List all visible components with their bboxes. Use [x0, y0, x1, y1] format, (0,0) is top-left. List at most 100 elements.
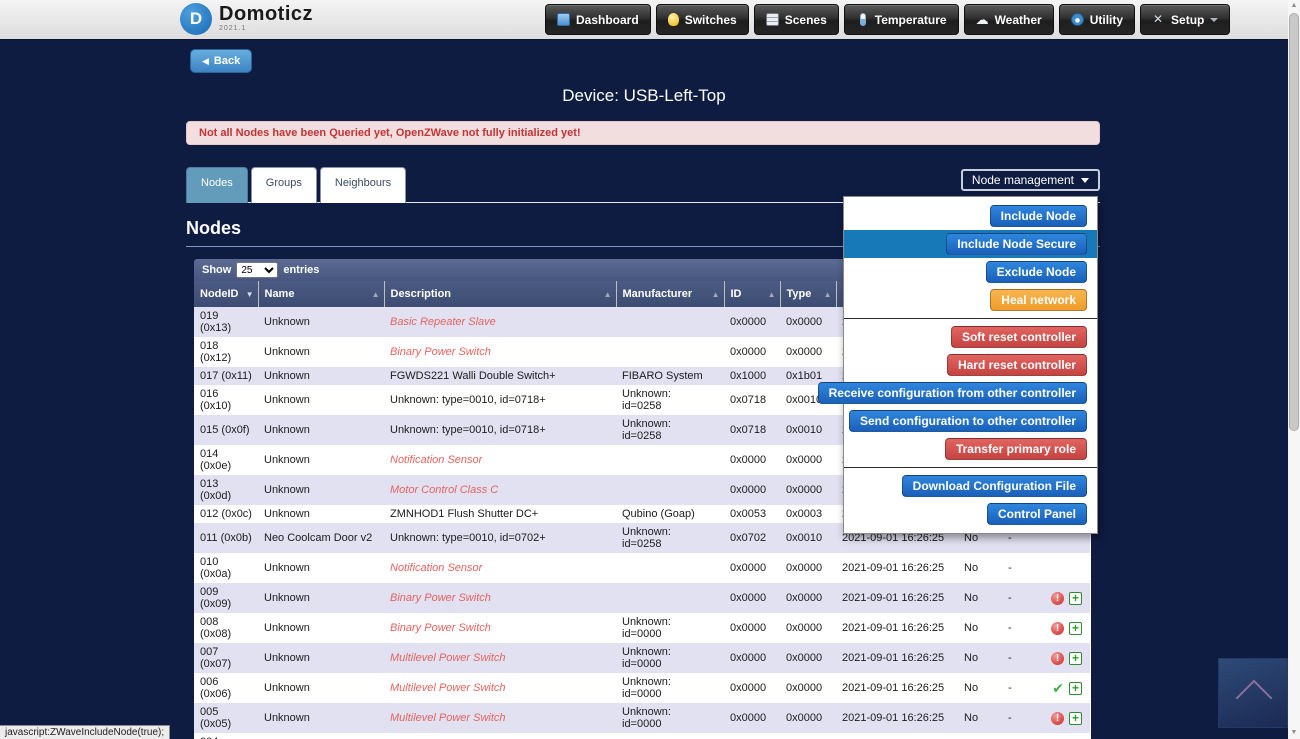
nav-label-setup: Setup — [1171, 13, 1204, 27]
nav-weather[interactable]: Weather — [964, 4, 1054, 35]
type-cell: 0x0000 — [780, 673, 836, 703]
queried-cell: No — [958, 643, 1002, 673]
menu-item-hard-reset-controller[interactable]: Hard reset controller — [947, 354, 1087, 376]
id-cell: 0x0000 — [724, 673, 780, 703]
manufacturer-cell: Unknown: id=0000 — [616, 613, 724, 643]
tab-nodes[interactable]: Nodes — [186, 167, 248, 203]
name-cell: Unknown — [258, 415, 384, 445]
queried-cell: No — [958, 553, 1002, 583]
queried-cell: No — [958, 733, 1002, 739]
scrollbar-thumb[interactable] — [1289, 13, 1299, 431]
manufacturer-cell: Qubino (Goap) — [616, 505, 724, 523]
description-cell: Motor Control Class C — [384, 475, 616, 505]
table-row[interactable]: 008 (0x08)UnknownBinary Power SwitchUnkn… — [194, 613, 1090, 643]
battery-cell: - — [1002, 613, 1038, 643]
column-header-manufacturer[interactable]: Manufacturer▲ — [616, 281, 724, 307]
nav-scenes[interactable]: Scenes — [754, 4, 839, 35]
menu-item-soft-reset-controller[interactable]: Soft reset controller — [951, 326, 1087, 348]
type-cell: 0x0000 — [780, 475, 836, 505]
table-row[interactable]: 006 (0x06)UnknownMultilevel Power Switch… — [194, 673, 1090, 703]
menu-item-include-node[interactable]: Include Node — [990, 205, 1087, 227]
state-cell: + — [1038, 643, 1090, 673]
column-header-id[interactable]: ID▲ — [724, 281, 780, 307]
id-cell: 0x0000 — [724, 583, 780, 613]
node-management-button[interactable]: Node management — [961, 169, 1100, 191]
column-header-type[interactable]: Type▲ — [780, 281, 836, 307]
column-header-nodeid[interactable]: NodeID ▼ — [194, 281, 258, 307]
battery-cell: - — [1002, 673, 1038, 703]
id-cell: 0x1000 — [724, 367, 780, 385]
queried-cell: No — [958, 613, 1002, 643]
id-cell: 0x0000 — [724, 613, 780, 643]
description-cell: Multilevel Power Switch — [384, 673, 616, 703]
table-row[interactable]: 010 (0x0a)UnknownNotification Sensor0x00… — [194, 553, 1090, 583]
node-id-cell: 011 (0x0b) — [194, 523, 258, 553]
name-cell: Unknown — [258, 673, 384, 703]
tabs: NodesGroupsNeighbours — [186, 167, 409, 203]
manufacturer-cell: FIBARO System — [616, 367, 724, 385]
type-cell: 0x0000 — [780, 613, 836, 643]
manufacturer-cell — [616, 475, 724, 505]
nav-label-utility: Utility — [1090, 13, 1123, 27]
description-cell: Unknown: type=0010, id=0718+ — [384, 385, 616, 415]
nav-temperature[interactable]: Temperature — [844, 4, 959, 35]
menu-item-heal-network[interactable]: Heal network — [990, 289, 1087, 311]
type-cell: 0x0000 — [780, 733, 836, 739]
table-row[interactable]: 009 (0x09)UnknownBinary Power Switch0x00… — [194, 583, 1090, 613]
nav-dashboard[interactable]: Dashboard — [545, 4, 651, 35]
column-header-label: NodeID — [200, 288, 239, 300]
node-id-cell: 006 (0x06) — [194, 673, 258, 703]
back-button[interactable]: ◀ Back — [190, 49, 252, 73]
menu-item-send-configuration-to-other-controller[interactable]: Send configuration to other controller — [849, 410, 1087, 432]
nav-switches[interactable]: Switches — [656, 4, 749, 35]
node-id-cell: 015 (0x0f) — [194, 415, 258, 445]
type-cell: 0x0000 — [780, 643, 836, 673]
tab-groups[interactable]: Groups — [251, 167, 317, 203]
add-node-icon[interactable]: + — [1069, 622, 1082, 635]
manufacturer-cell: Unknown: id=0000 — [616, 673, 724, 703]
column-header-description[interactable]: Description▲ — [384, 281, 616, 307]
node-id-cell: 008 (0x08) — [194, 613, 258, 643]
scroll-to-top-button[interactable] — [1218, 658, 1288, 728]
tab-neighbours[interactable]: Neighbours — [320, 167, 406, 203]
scrollbar-down-arrow-icon[interactable]: ▼ — [1288, 727, 1300, 739]
name-cell: Unknown — [258, 475, 384, 505]
manufacturer-cell — [616, 733, 724, 739]
domoticz-logo[interactable]: D Domoticz 2021.1 — [180, 3, 313, 35]
column-header-name[interactable]: Name▲ — [258, 281, 384, 307]
description-cell: FGWDS221 Walli Double Switch+ — [384, 367, 616, 385]
menu-item-exclude-node[interactable]: Exclude Node — [986, 261, 1087, 283]
add-node-icon[interactable]: + — [1069, 712, 1082, 725]
add-node-icon[interactable]: + — [1069, 652, 1082, 665]
scrollbar-up-arrow-icon[interactable]: ▲ — [1288, 0, 1300, 12]
manufacturer-cell — [616, 445, 724, 475]
add-node-icon[interactable]: + — [1069, 592, 1082, 605]
menu-item-transfer-primary-role[interactable]: Transfer primary role — [945, 438, 1087, 460]
name-cell: Unknown — [258, 553, 384, 583]
column-header-label: ID — [731, 288, 742, 300]
node-id-cell: 010 (0x0a) — [194, 553, 258, 583]
queried-cell: No — [958, 673, 1002, 703]
menu-item-receive-configuration-from-other-controller[interactable]: Receive configuration from other control… — [818, 382, 1087, 404]
table-row[interactable]: 004 (0x04)UnknownNotification Sensor0x00… — [194, 733, 1090, 739]
nav-utility[interactable]: Utility — [1059, 4, 1135, 35]
menu-item-download-configuration-file[interactable]: Download Configuration File — [902, 475, 1087, 497]
id-cell: 0x0000 — [724, 703, 780, 733]
battery-cell: - — [1002, 643, 1038, 673]
menu-item-row-heal-network: Heal network — [844, 286, 1097, 314]
table-row[interactable]: 007 (0x07)UnknownMultilevel Power Switch… — [194, 643, 1090, 673]
page-size-select[interactable]: 25 — [236, 262, 278, 278]
menu-item-include-node-secure[interactable]: Include Node Secure — [946, 233, 1087, 255]
table-row[interactable]: 005 (0x05)UnknownMultilevel Power Switch… — [194, 703, 1090, 733]
menu-item-control-panel[interactable]: Control Panel — [987, 503, 1087, 525]
sort-desc-icon: ▼ — [246, 290, 254, 299]
menu-item-row-hard-reset-controller: Hard reset controller — [844, 351, 1097, 379]
chevron-up-icon — [1236, 680, 1273, 717]
failed-icon — [1051, 712, 1064, 725]
name-cell: Unknown — [258, 307, 384, 337]
id-cell: 0x0000 — [724, 553, 780, 583]
add-node-icon[interactable]: + — [1069, 682, 1082, 695]
page-scrollbar[interactable]: ▲ ▼ — [1288, 0, 1300, 739]
nav-setup[interactable]: Setup — [1140, 4, 1230, 35]
id-cell: 0x0000 — [724, 337, 780, 367]
